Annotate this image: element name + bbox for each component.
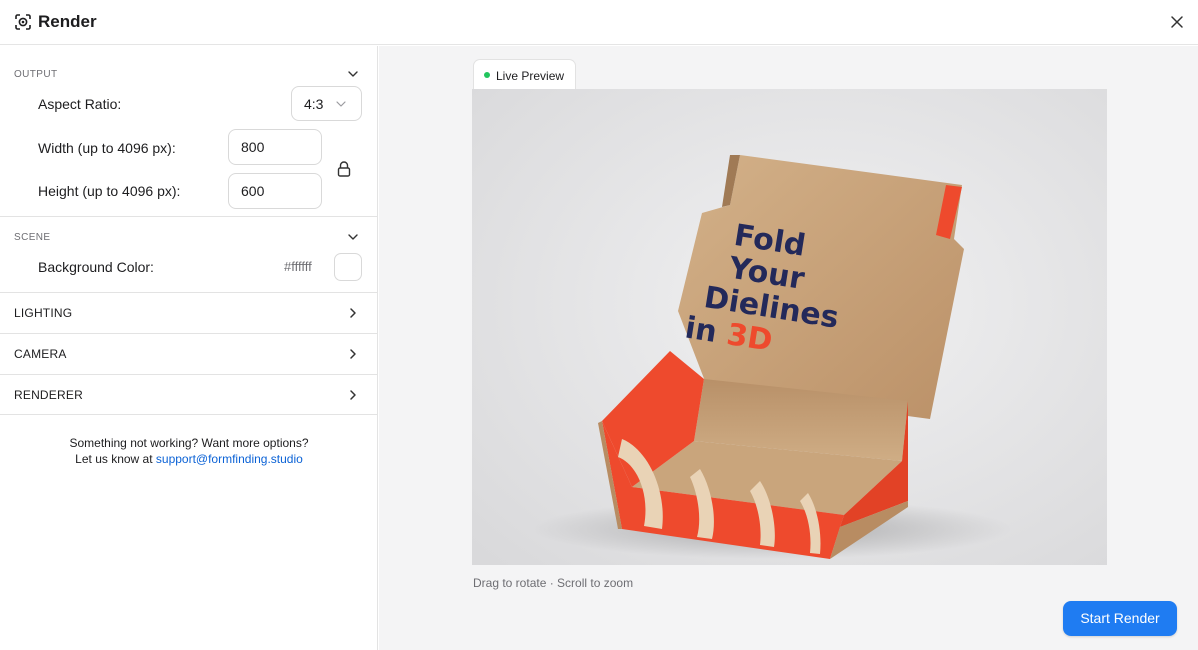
divider [0, 414, 378, 415]
height-label: Height (up to 4096 px): [38, 183, 181, 199]
window-title: Render [38, 12, 97, 31]
aspect-ratio-select[interactable]: 4:3 [291, 86, 362, 121]
live-status-dot [484, 72, 490, 78]
section-camera[interactable]: CAMERA [0, 334, 378, 374]
scene-section-label: SCENE [14, 232, 51, 243]
height-value: 600 [241, 183, 265, 199]
live-preview-label: Live Preview [496, 69, 565, 83]
camera-label: CAMERA [14, 347, 67, 361]
settings-sidebar: OUTPUT Aspect Ratio: 4:3 Width (up to 40… [0, 46, 378, 650]
support-email-link[interactable]: support@formfinding.studio [156, 452, 303, 466]
width-label: Width (up to 4096 px): [38, 140, 176, 156]
chevron-right-icon [350, 349, 356, 359]
help-line: Something not working? Want more options… [69, 436, 309, 450]
section-renderer[interactable]: RENDERER [0, 375, 378, 415]
divider [0, 216, 378, 217]
preview-area: Live Preview Fold Your Dielines in 3D Dr… [379, 46, 1198, 650]
background-color-value: #ffffff [284, 259, 312, 274]
width-value: 800 [241, 139, 265, 155]
help-line-contact: Let us know at support@formfinding.studi… [0, 451, 378, 467]
renderer-label: RENDERER [14, 388, 83, 402]
chevron-down-icon [336, 101, 346, 107]
live-preview-tab[interactable]: Live Preview [473, 59, 576, 89]
help-text: Something not working? Want more options… [0, 435, 378, 467]
lighting-label: LIGHTING [14, 306, 73, 320]
preview-canvas[interactable]: Fold Your Dielines in 3D [472, 89, 1107, 565]
render-camera-icon [15, 14, 31, 30]
chevron-down-icon[interactable] [346, 230, 360, 244]
output-section-label: OUTPUT [14, 69, 58, 80]
height-input[interactable]: 600 [228, 173, 322, 209]
close-icon[interactable] [1168, 13, 1186, 31]
width-input[interactable]: 800 [228, 129, 322, 165]
aspect-ratio-value: 4:3 [304, 96, 324, 112]
window-header: Render [0, 0, 1198, 45]
section-lighting[interactable]: LIGHTING [0, 293, 378, 333]
box-text-line: in [682, 310, 720, 350]
start-render-button[interactable]: Start Render [1063, 601, 1177, 636]
help-prefix: Let us know at [75, 452, 156, 466]
box-text-accent: 3D [724, 317, 775, 359]
lock-icon[interactable] [336, 160, 352, 178]
background-color-label: Background Color: [38, 259, 154, 275]
chevron-down-icon[interactable] [346, 67, 360, 81]
background-color-swatch[interactable] [334, 253, 362, 281]
aspect-ratio-label: Aspect Ratio: [38, 96, 122, 112]
chevron-right-icon [350, 308, 356, 318]
chevron-right-icon [350, 390, 356, 400]
preview-hint: Drag to rotate · Scroll to zoom [473, 576, 634, 590]
